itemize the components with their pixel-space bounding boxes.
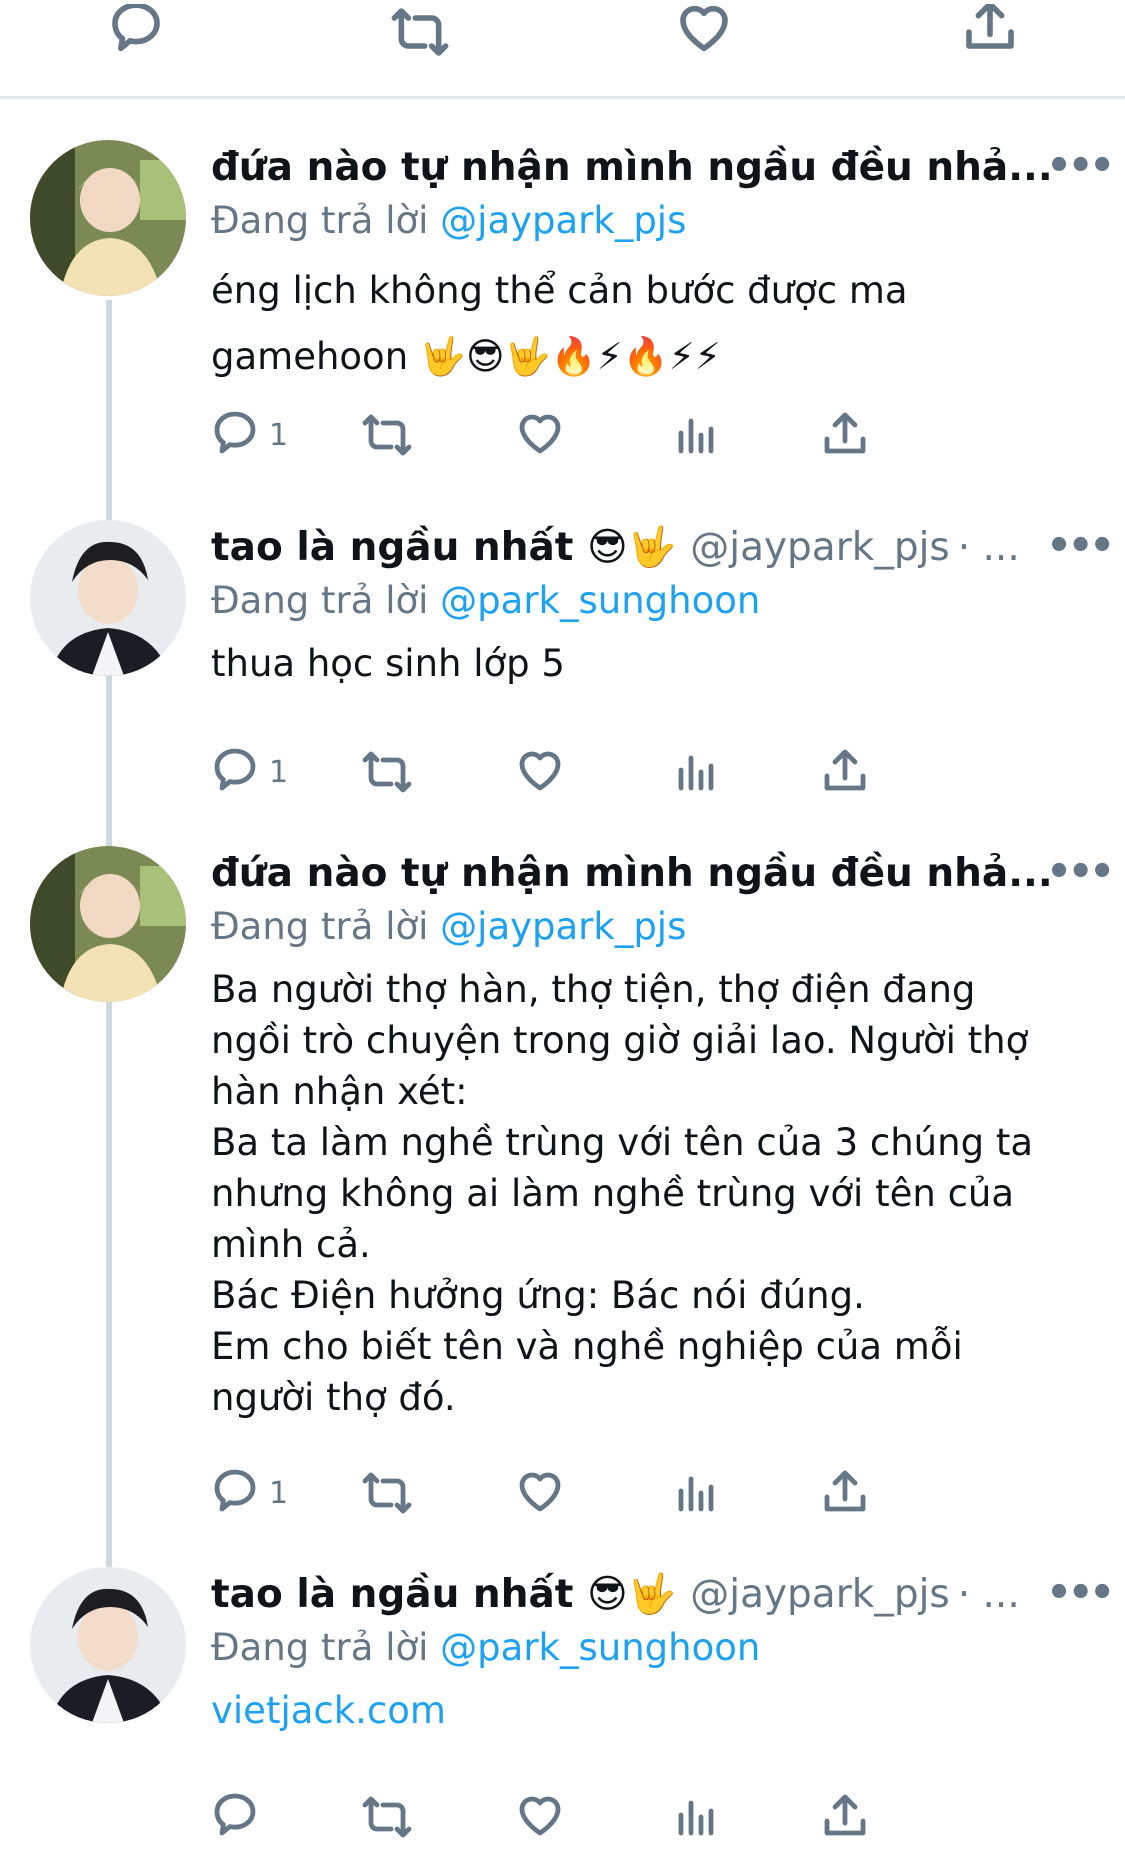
avatar[interactable]	[30, 846, 186, 1002]
reply-icon	[214, 1793, 256, 1836]
reply-count: 1	[269, 754, 289, 790]
like-button[interactable]	[516, 742, 564, 802]
retweet-icon	[362, 1796, 412, 1838]
avatar-image	[30, 140, 186, 296]
reply-context: Đang trả lời @jaypark_pjs	[211, 900, 1091, 954]
reply-context: Đang trả lời @jaypark_pjs	[211, 194, 1091, 248]
username[interactable]: @jaypark_pjs	[690, 525, 950, 570]
tweet-text: Ba người thợ hàn, thợ tiện, thợ điện đan…	[211, 968, 1034, 1419]
share-button[interactable]	[821, 742, 869, 802]
more-options-button[interactable]: •••	[1046, 852, 1115, 892]
reply-context: Đang trả lời @park_sunghoon	[211, 574, 1091, 628]
reply-icon	[214, 1469, 256, 1512]
analytics-button[interactable]	[671, 405, 719, 465]
reply-button[interactable]: 1	[211, 1463, 288, 1523]
reply-prefix: Đang trả lời	[211, 1626, 429, 1669]
display-name[interactable]: đứa nào tự nhận mình ngầu đều nhả...	[211, 851, 1053, 896]
tweet-text: thua học sinh lớp 5	[211, 642, 565, 685]
more-options-button[interactable]: •••	[1046, 1573, 1115, 1613]
reply-mention[interactable]: @jaypark_pjs	[440, 199, 686, 242]
avatar-image	[30, 1567, 186, 1723]
more-options-button[interactable]: •••	[1046, 146, 1115, 186]
more-options-button[interactable]: •••	[1046, 526, 1115, 566]
share-button[interactable]	[821, 405, 869, 465]
display-name[interactable]: đứa nào tự nhận mình ngầu đều nhả...	[211, 145, 1053, 190]
retweet-icon	[362, 414, 412, 456]
share-icon	[824, 412, 866, 454]
like-icon	[519, 1472, 561, 1512]
share-icon	[824, 1794, 866, 1836]
like-button[interactable]	[516, 405, 564, 465]
share-icon	[824, 749, 866, 791]
timestamp-truncated: · ...	[957, 524, 1020, 570]
analytics-button[interactable]	[671, 742, 719, 802]
avatar-image	[30, 846, 186, 1002]
analytics-button[interactable]	[671, 1787, 719, 1847]
reply-icon	[214, 411, 256, 454]
retweet-icon	[362, 751, 412, 793]
analytics-button[interactable]	[671, 1463, 719, 1523]
retweet-button[interactable]	[361, 1463, 413, 1523]
reply-button[interactable]	[211, 1787, 269, 1847]
display-name[interactable]: tao là ngầu nhất 😎🤟	[211, 1571, 676, 1617]
retweet-button[interactable]	[388, 0, 452, 64]
like-button[interactable]	[516, 1463, 564, 1523]
analytics-icon	[678, 1800, 714, 1836]
share-button[interactable]	[821, 1463, 869, 1523]
share-button[interactable]	[958, 0, 1022, 64]
share-icon	[824, 1470, 866, 1512]
username[interactable]: @jaypark_pjs	[690, 1572, 950, 1617]
like-icon	[519, 1796, 561, 1836]
tweet-text: éng lịch không thể cản bước được ma game…	[211, 269, 908, 378]
analytics-icon	[678, 1476, 714, 1512]
reply-icon	[214, 748, 256, 791]
like-icon	[519, 414, 561, 454]
like-icon	[519, 751, 561, 791]
like-icon	[680, 5, 728, 52]
retweet-icon	[362, 1472, 412, 1514]
like-button[interactable]	[516, 1787, 564, 1847]
tweet-link[interactable]: vietjack.com	[211, 1685, 1091, 1736]
analytics-icon	[678, 755, 714, 791]
reply-prefix: Đang trả lời	[211, 905, 429, 948]
like-button[interactable]	[672, 0, 736, 64]
avatar-image	[30, 520, 186, 676]
display-name[interactable]: tao là ngầu nhất 😎🤟	[211, 524, 676, 570]
reply-mention[interactable]: @park_sunghoon	[440, 1626, 760, 1669]
retweet-icon	[391, 8, 449, 56]
reply-prefix: Đang trả lời	[211, 199, 429, 242]
avatar[interactable]	[30, 520, 186, 676]
tweet[interactable]: tao là ngầu nhất 😎🤟 @jaypark_pjs · ... Đ…	[0, 1567, 1125, 1864]
timestamp-truncated: · ...	[957, 1571, 1020, 1617]
avatar[interactable]	[30, 1567, 186, 1723]
share-button[interactable]	[821, 1787, 869, 1847]
reply-prefix: Đang trả lời	[211, 579, 429, 622]
tweet[interactable]: đứa nào tự nhận mình ngầu đều nhả... Đan…	[0, 140, 1125, 500]
reply-button[interactable]	[104, 0, 168, 64]
reply-mention[interactable]: @jaypark_pjs	[440, 905, 686, 948]
avatar[interactable]	[30, 140, 186, 296]
retweet-button[interactable]	[361, 405, 413, 465]
retweet-button[interactable]	[361, 742, 413, 802]
reply-mention[interactable]: @park_sunghoon	[440, 579, 760, 622]
tweet[interactable]: tao là ngầu nhất 😎🤟 @jaypark_pjs · ... Đ…	[0, 520, 1125, 820]
reply-count: 1	[269, 417, 289, 453]
analytics-icon	[678, 418, 714, 454]
previous-tweet-actions	[0, 0, 1125, 99]
reply-button[interactable]: 1	[211, 742, 288, 802]
share-icon	[966, 4, 1014, 49]
tweet[interactable]: đứa nào tự nhận mình ngầu đều nhả... Đan…	[0, 846, 1125, 1546]
retweet-button[interactable]	[361, 1787, 413, 1847]
reply-context: Đang trả lời @park_sunghoon	[211, 1621, 1091, 1675]
reply-icon	[112, 4, 160, 52]
reply-count: 1	[269, 1475, 289, 1511]
reply-button[interactable]: 1	[211, 405, 288, 465]
